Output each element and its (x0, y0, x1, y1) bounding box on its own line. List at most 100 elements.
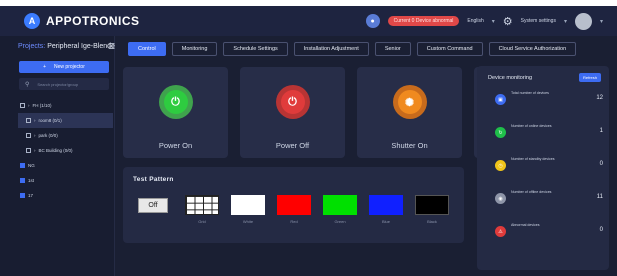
main-panel: Control Monitoring Schedule Settings Instal… (115, 36, 617, 276)
power-off-button[interactable]: ⏻ (275, 85, 310, 119)
checkbox-icon[interactable] (20, 178, 25, 183)
tree-item-label: FH (1/10) (32, 103, 52, 108)
device-monitoring-panel: Device monitoring Refresh ▣ Total number … (477, 66, 609, 270)
tree-item-label: BC Building (0/0) (38, 148, 73, 153)
monitor-icon: ▣ (495, 94, 506, 105)
tab-senior[interactable]: Senior (374, 42, 411, 56)
project-name: Peripheral Ige-Blende (47, 43, 115, 50)
tab-cloud-service-authorization[interactable]: Cloud Service Authorization (488, 42, 577, 56)
power-icon: ⏻ (163, 90, 188, 114)
pattern-label: Black (427, 219, 437, 224)
pattern-white-swatch[interactable] (231, 195, 265, 215)
power-label: Shutter On (391, 141, 428, 150)
monitoring-label: Number of online devices (511, 124, 552, 128)
monitoring-row: ◉ Number of offline devices 11 (495, 188, 605, 208)
tree-item-label: NG (28, 163, 35, 168)
logo-icon: A (24, 13, 40, 29)
monitoring-row: ▣ Total number of devices 12 (495, 89, 605, 109)
offline-icon: ◉ (495, 193, 506, 204)
tree-item[interactable]: › BC Building (0/0) (18, 143, 113, 158)
tree-item-label: park (0/0) (38, 133, 58, 138)
tree-item[interactable]: › FH (1/10) (18, 98, 113, 113)
tab-monitoring[interactable]: Monitoring (171, 42, 218, 56)
pattern-green-swatch[interactable] (323, 195, 357, 215)
tree-item[interactable]: › park (0/0) (18, 128, 113, 143)
monitoring-label: Total number of devices (511, 91, 549, 95)
chevron-right-icon[interactable]: › (34, 133, 36, 138)
tab-schedule-settings[interactable]: Schedule Settings (223, 42, 288, 56)
chevron-right-icon[interactable]: › (34, 148, 36, 153)
shutter-on-button[interactable]: ✺ (392, 85, 427, 119)
power-card-power-on: ⏻ Power On (123, 67, 228, 158)
top-bar: A APPOTRONICS ● Current 0 Device abnorma… (0, 6, 617, 36)
chevron-down-icon[interactable]: ▾ (564, 18, 567, 25)
chevron-down-icon[interactable]: ▾ (492, 18, 495, 25)
checkbox-icon[interactable] (20, 103, 25, 108)
avatar[interactable] (574, 12, 592, 30)
refresh-button[interactable]: Refresh (579, 73, 601, 82)
pattern-label: Green (334, 219, 346, 224)
bell-icon[interactable]: ● (365, 14, 380, 28)
monitoring-value: 0 (599, 227, 603, 233)
chevron-right-icon[interactable]: › (28, 103, 30, 108)
checkbox-icon[interactable] (26, 148, 31, 153)
tab-custom-command[interactable]: Custom Command (416, 42, 483, 56)
pattern-off-button[interactable]: Off (138, 198, 168, 213)
test-pattern-panel: Test Pattern Off Grid White Red Green Blue Bl… (123, 167, 464, 243)
monitoring-value: 12 (596, 95, 603, 101)
tree-item-label: room8 (0/1) (38, 118, 62, 123)
shutter-icon: ✺ (397, 90, 422, 114)
app-name: APPOTRONICS (46, 14, 140, 28)
checkbox-icon[interactable] (20, 163, 25, 168)
tab-installation-adjustment[interactable]: Installation Adjustment (293, 42, 369, 56)
monitoring-value: 11 (596, 194, 603, 200)
warning-icon: ⚠ (495, 226, 506, 237)
search-input[interactable] (37, 81, 108, 87)
checkbox-icon[interactable] (20, 193, 25, 198)
search-box[interactable]: ⚲ (19, 78, 109, 90)
checkbox-icon[interactable] (26, 118, 31, 123)
search-icon: ⚲ (25, 81, 30, 88)
monitoring-row: ⚠ Abnormal devices 0 (495, 221, 605, 241)
tree-item-label: 17 (28, 193, 34, 198)
chevron-down-icon[interactable]: ▾ (600, 18, 603, 25)
online-icon: ↻ (495, 127, 506, 138)
pattern-blue-swatch[interactable] (369, 195, 403, 215)
new-projector-label: New projector (54, 64, 85, 70)
tree-item[interactable]: 17 (18, 188, 113, 203)
monitoring-label: Abnormal devices (511, 223, 540, 227)
tree-item[interactable]: 1st (18, 173, 113, 188)
tab-control[interactable]: Control (128, 42, 166, 56)
pattern-label: White (242, 219, 254, 224)
project-title: Projects: Peripheral Ige-Blende (18, 43, 115, 50)
pattern-red-swatch[interactable] (277, 195, 311, 215)
monitoring-row: ◷ Number of standby devices 0 (495, 155, 605, 175)
pattern-grid-swatch[interactable] (185, 195, 219, 215)
device-tree: › FH (1/10) › room8 (0/1) › park (0/0) › BC Bui… (18, 98, 113, 203)
tree-item[interactable]: › room8 (0/1) (18, 113, 113, 128)
pattern-black-swatch[interactable] (415, 195, 449, 215)
sidebar: Projects: Peripheral Ige-Blende ☰ + New … (0, 36, 115, 276)
gear-icon[interactable]: ⚙ (503, 15, 513, 28)
monitoring-label: Number of standby devices (511, 157, 555, 161)
top-right-controls: ● Current 0 Device abnormal English ▾ ⚙ … (365, 6, 603, 36)
system-settings-link[interactable]: System settings (521, 18, 556, 24)
new-projector-button[interactable]: + New projector (19, 61, 109, 73)
language-select[interactable]: English (467, 18, 483, 24)
monitoring-value: 1 (599, 128, 603, 134)
monitoring-row: ↻ Number of online devices 1 (495, 122, 605, 142)
monitoring-label: Number of offline devices (511, 190, 552, 194)
checkbox-icon[interactable] (26, 133, 31, 138)
tree-item[interactable]: NG (18, 158, 113, 173)
pattern-label: Blue (381, 219, 390, 224)
logo: A APPOTRONICS (24, 13, 140, 29)
app-window: A APPOTRONICS ● Current 0 Device abnorma… (0, 6, 617, 276)
power-icon: ⏻ (280, 90, 305, 114)
plus-icon: + (43, 64, 47, 70)
pattern-label: Red (290, 219, 298, 224)
alarm-status-badge[interactable]: Current 0 Device abnormal (387, 16, 460, 26)
power-label: Power Off (275, 141, 310, 150)
monitoring-title: Device monitoring (488, 75, 533, 81)
chevron-right-icon[interactable]: › (34, 118, 36, 123)
power-on-button[interactable]: ⏻ (158, 85, 193, 119)
